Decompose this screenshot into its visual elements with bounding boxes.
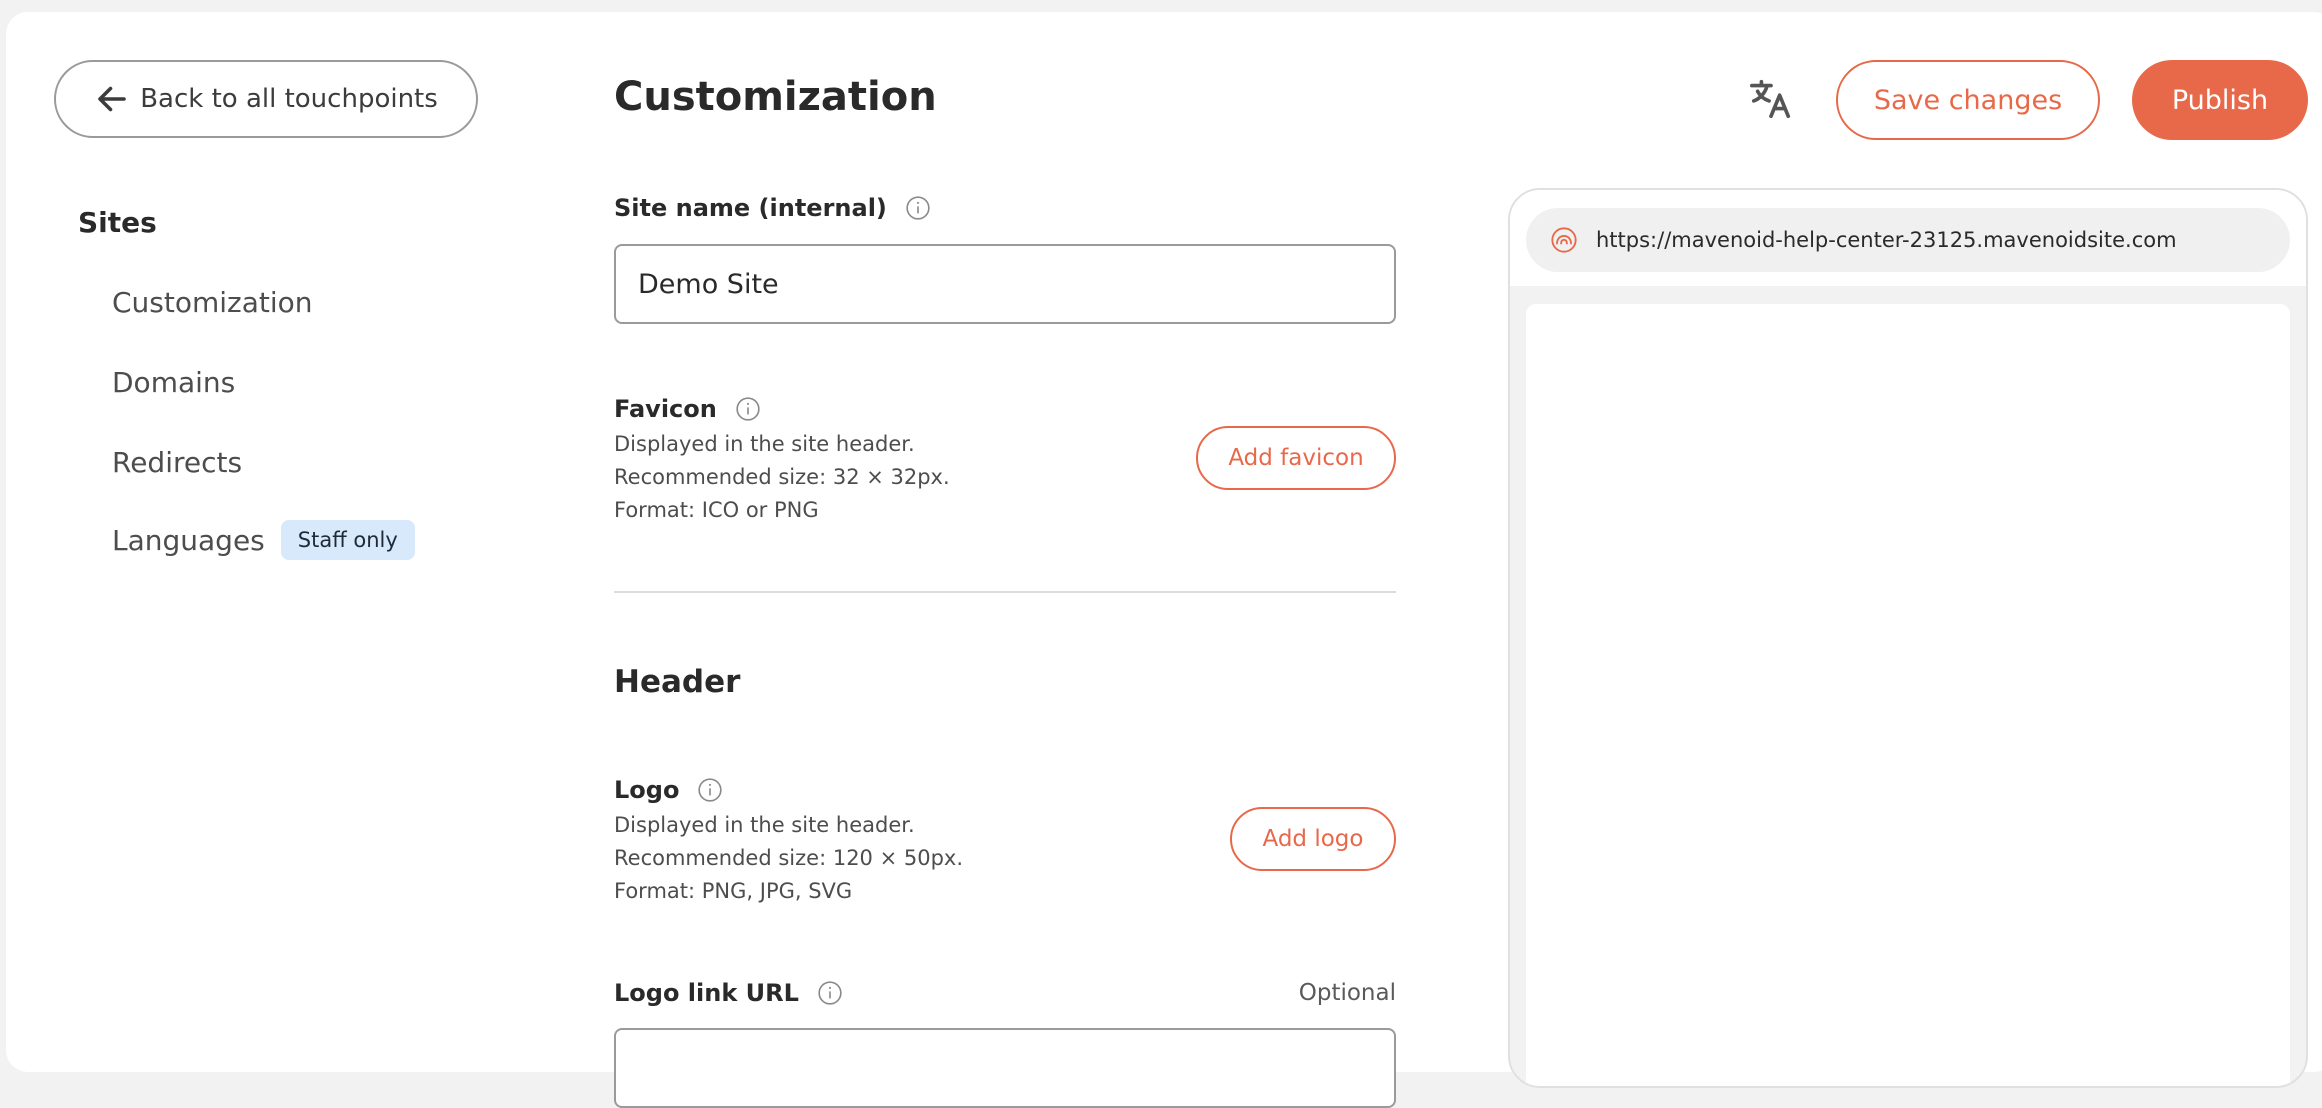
logo-link-url-input[interactable] — [614, 1028, 1396, 1108]
page-title: Customization — [614, 74, 937, 120]
info-icon[interactable] — [735, 396, 761, 422]
sidebar-item-customization[interactable]: Customization — [112, 286, 313, 319]
logo-help-line: Format: PNG, JPG, SVG — [614, 879, 853, 903]
add-logo-button[interactable]: Add logo — [1230, 807, 1396, 871]
publish-button[interactable]: Publish — [2132, 60, 2308, 140]
sidebar-item-label: Domains — [112, 366, 236, 399]
logo-help-line: Displayed in the site header. — [614, 813, 915, 837]
logo-label: Logo — [614, 776, 723, 804]
preview-url: https://mavenoid-help-center-23125.maven… — [1596, 228, 2177, 252]
logo-link-url-label-text: Logo link URL — [614, 979, 799, 1007]
optional-label: Optional — [1298, 980, 1396, 1006]
favicon-help-line: Format: ICO or PNG — [614, 498, 819, 522]
save-changes-button[interactable]: Save changes — [1836, 60, 2100, 140]
site-status-icon — [1551, 227, 1577, 253]
logo-help: Displayed in the site header. Recommende… — [614, 809, 963, 908]
site-name-label: Site name (internal) — [614, 194, 931, 222]
sidebar-item-label: Languages — [112, 523, 265, 557]
sidebar-item-languages[interactable]: Languages Staff only — [112, 520, 415, 560]
logo-label-text: Logo — [614, 776, 680, 804]
arrow-left-icon — [98, 86, 126, 112]
favicon-label-text: Favicon — [614, 395, 717, 423]
favicon-help-line: Recommended size: 32 × 32px. — [614, 465, 950, 489]
divider — [614, 591, 1396, 593]
translate-icon[interactable] — [1748, 76, 1794, 122]
preview-browser-bar: https://mavenoid-help-center-23125.maven… — [1510, 190, 2306, 286]
add-favicon-button[interactable]: Add favicon — [1196, 426, 1396, 490]
preview-frame — [1526, 304, 2290, 1086]
header-section-title: Header — [614, 664, 741, 700]
site-name-input[interactable]: Demo Site — [614, 244, 1396, 324]
logo-help-line: Recommended size: 120 × 50px. — [614, 846, 964, 870]
logo-link-url-label: Logo link URL — [614, 979, 843, 1007]
info-icon[interactable] — [905, 195, 931, 221]
favicon-help-line: Displayed in the site header. — [614, 432, 915, 456]
sidebar-item-redirects[interactable]: Redirects — [112, 446, 242, 479]
sidebar-item-label: Customization — [112, 286, 313, 319]
site-name-label-text: Site name (internal) — [614, 194, 887, 222]
site-name-value: Demo Site — [638, 268, 779, 300]
back-to-touchpoints-button[interactable]: Back to all touchpoints — [54, 60, 478, 138]
sidebar-item-domains[interactable]: Domains — [112, 366, 235, 399]
back-button-label: Back to all touchpoints — [140, 84, 438, 114]
staff-only-badge: Staff only — [280, 520, 415, 560]
site-preview: https://mavenoid-help-center-23125.maven… — [1508, 188, 2308, 1088]
sidebar-heading: Sites — [78, 206, 157, 239]
preview-url-bar: https://mavenoid-help-center-23125.maven… — [1526, 208, 2290, 272]
info-icon[interactable] — [817, 980, 843, 1006]
sidebar-item-label: Redirects — [112, 446, 243, 479]
favicon-label: Favicon — [614, 395, 761, 423]
favicon-help: Displayed in the site header. Recommende… — [614, 428, 950, 527]
info-icon[interactable] — [697, 777, 723, 803]
